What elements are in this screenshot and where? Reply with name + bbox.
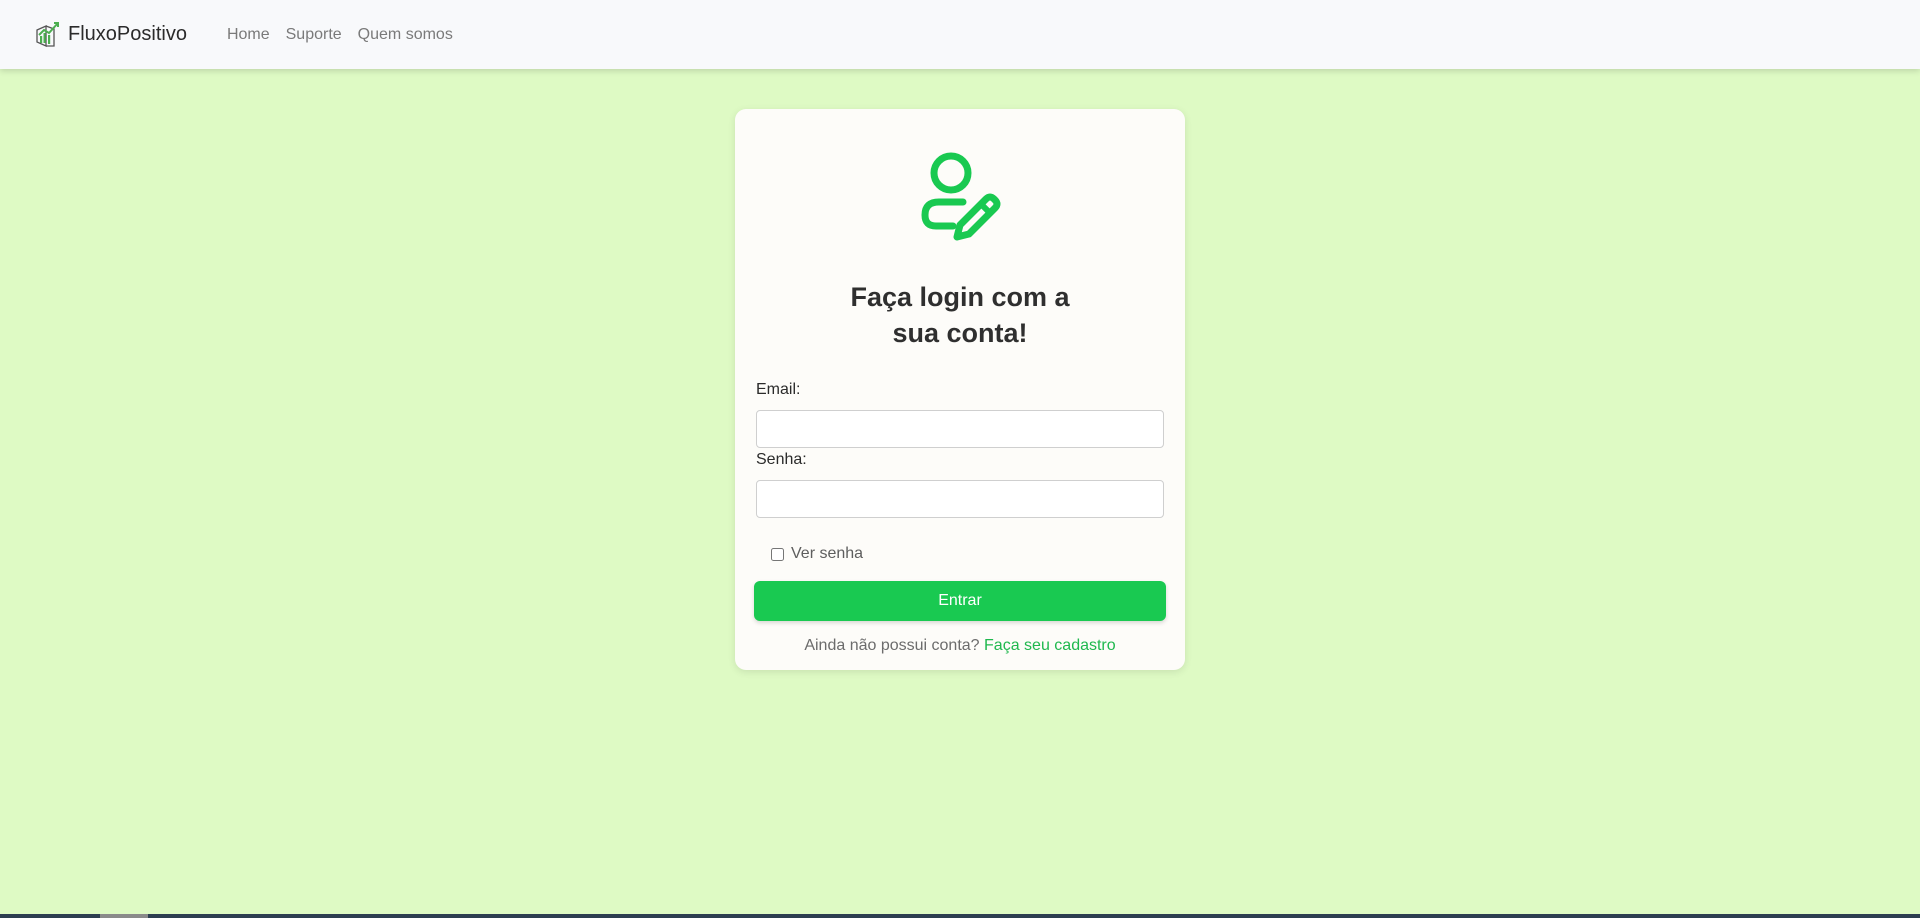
- navbar: FluxoPositivo Home Suporte Quem somos: [0, 0, 1920, 69]
- nav-link-suporte[interactable]: Suporte: [286, 26, 342, 44]
- email-field[interactable]: [756, 410, 1164, 448]
- signup-link[interactable]: Faça seu cadastro: [984, 637, 1116, 654]
- brand-link[interactable]: FluxoPositivo: [34, 21, 187, 48]
- email-label: Email:: [756, 381, 801, 398]
- show-password-toggle[interactable]: Ver senha: [771, 545, 863, 563]
- nav-link-quem-somos[interactable]: Quem somos: [358, 26, 453, 44]
- password-label: Senha:: [756, 451, 807, 468]
- chart-logo-icon: [36, 22, 59, 48]
- brand-name: FluxoPositivo: [68, 23, 187, 45]
- login-card: Faça login com a sua conta! Email: Senha…: [735, 109, 1185, 670]
- user-edit-icon: [921, 152, 1001, 241]
- login-button[interactable]: Entrar: [754, 581, 1166, 621]
- signup-prompt-text: Ainda não possui conta?: [804, 637, 980, 654]
- show-password-label: Ver senha: [791, 545, 864, 562]
- show-password-checkbox[interactable]: [771, 547, 784, 561]
- signup-prompt: Ainda não possui conta? Faça seu cadastr…: [735, 637, 1185, 655]
- nav-links: Home Suporte Quem somos: [227, 26, 469, 44]
- bottom-strip: [0, 914, 1920, 918]
- nav-link-home[interactable]: Home: [227, 26, 270, 44]
- login-title: Faça login com a sua conta!: [850, 282, 1070, 348]
- password-field[interactable]: [756, 480, 1164, 518]
- bottom-strip-segment: [100, 914, 148, 918]
